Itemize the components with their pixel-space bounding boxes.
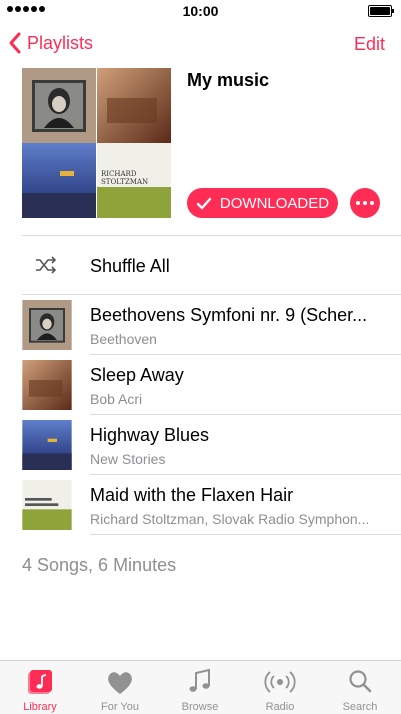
song-title: Highway Blues bbox=[90, 425, 210, 445]
tab-label: For You bbox=[101, 701, 139, 713]
heart-icon bbox=[108, 672, 132, 694]
nav-bar: Playlists Edit bbox=[0, 22, 401, 66]
more-dot-icon bbox=[363, 201, 367, 205]
back-label: Playlists bbox=[27, 32, 94, 53]
song-artwork bbox=[22, 300, 72, 350]
more-dot-icon bbox=[370, 201, 374, 205]
tab-for-you[interactable]: For You bbox=[80, 661, 160, 714]
status-bar: 10:00 bbox=[0, 0, 401, 22]
downloaded-button[interactable]: DOWNLOADED bbox=[187, 188, 338, 218]
tab-browse[interactable]: Browse bbox=[160, 661, 240, 714]
song-title: Maid with the Flaxen Hair bbox=[90, 485, 294, 505]
playlist-artwork[interactable]: RICHARD STOLTZMAN bbox=[22, 68, 171, 218]
song-row[interactable]: Highway Blues New Stories bbox=[0, 415, 401, 475]
song-row[interactable]: Sleep Away Bob Acri bbox=[0, 355, 401, 415]
status-time: 10:00 bbox=[182, 3, 219, 19]
divider bbox=[90, 534, 401, 535]
tab-radio[interactable]: Radio bbox=[240, 661, 320, 714]
album-art-maid-flaxen-hair: RICHARD STOLTZMAN bbox=[97, 143, 171, 218]
song-title: Sleep Away bbox=[90, 365, 184, 385]
playlist-summary: 4 Songs, 6 Minutes bbox=[22, 555, 177, 575]
song-artwork bbox=[22, 360, 72, 410]
shuffle-all-label: Shuffle All bbox=[90, 256, 170, 276]
playlist-title: My music bbox=[187, 70, 270, 90]
back-button[interactable]: Playlists bbox=[8, 32, 93, 54]
shuffle-all-row[interactable]: Shuffle All bbox=[0, 236, 401, 294]
music-note-square-icon bbox=[28, 670, 52, 694]
music-notes-icon bbox=[189, 668, 210, 692]
svg-text:RICHARD: RICHARD bbox=[101, 170, 137, 178]
tab-label: Radio bbox=[265, 701, 295, 713]
search-icon bbox=[349, 670, 372, 693]
more-options-button[interactable] bbox=[350, 188, 380, 218]
song-row[interactable]: Maid with the Flaxen Hair Richard Stoltz… bbox=[0, 475, 401, 535]
tab-label: Browse bbox=[181, 701, 219, 713]
shuffle-icon bbox=[36, 256, 57, 274]
downloaded-label: DOWNLOADED bbox=[219, 194, 330, 212]
battery-icon bbox=[368, 5, 394, 17]
song-artist: Beethoven bbox=[90, 331, 157, 347]
song-artist: New Stories bbox=[90, 451, 166, 467]
svg-text:STOLTZMAN: STOLTZMAN bbox=[101, 178, 148, 186]
checkmark-icon bbox=[196, 197, 212, 209]
tab-library[interactable]: Library bbox=[0, 661, 80, 714]
song-artist: Bob Acri bbox=[90, 391, 143, 407]
tab-label: Search bbox=[342, 701, 378, 713]
song-artist: Richard Stoltzman, Slovak Radio Symphon.… bbox=[90, 511, 370, 527]
radio-waves-icon bbox=[264, 671, 296, 693]
song-artwork bbox=[22, 420, 72, 470]
song-artwork bbox=[22, 480, 72, 530]
tab-label: Library bbox=[23, 701, 57, 713]
chevron-left-icon bbox=[9, 32, 21, 54]
tab-bar: Library For You Browse Radio Search bbox=[0, 660, 401, 714]
song-title: Beethovens Symfoni nr. 9 (Scher... bbox=[90, 305, 368, 325]
edit-button[interactable]: Edit bbox=[354, 34, 385, 55]
song-row[interactable]: Beethovens Symfoni nr. 9 (Scher... Beeth… bbox=[0, 295, 401, 355]
tab-search[interactable]: Search bbox=[320, 661, 400, 714]
album-art-sleep-away bbox=[97, 68, 171, 143]
album-art-highway-blues bbox=[22, 143, 96, 218]
more-dot-icon bbox=[356, 201, 360, 205]
album-art-beethoven bbox=[22, 68, 96, 143]
